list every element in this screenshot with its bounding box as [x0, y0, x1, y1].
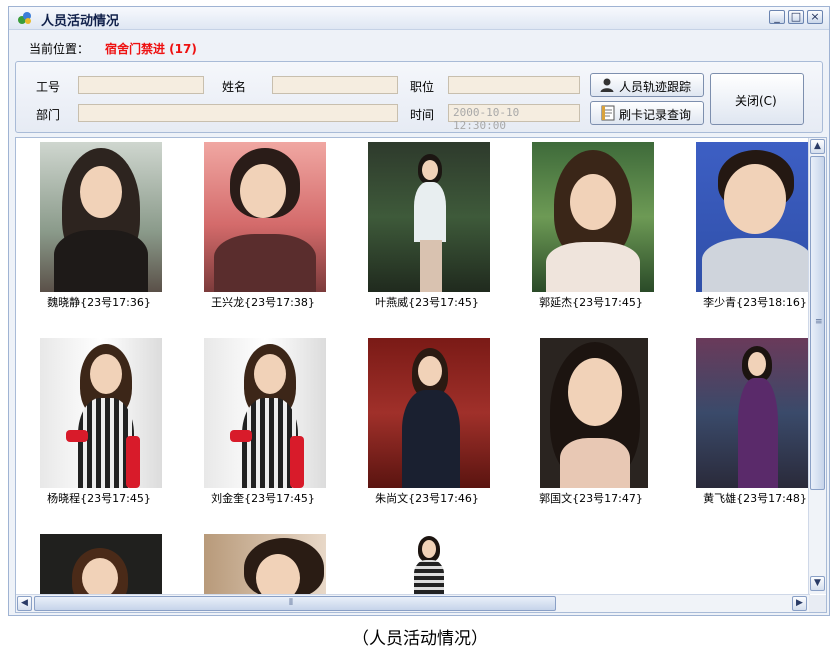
- minimize-icon: _: [774, 10, 780, 23]
- filter-panel: 工号 姓名 职位 部门 时间 2000-10-10 12:30:00 人员轨迹跟…: [15, 61, 823, 133]
- person-icon: [600, 78, 614, 92]
- close-button[interactable]: 关闭(C): [710, 73, 804, 125]
- person-caption: 黄飞雄{23号17:48}: [703, 492, 807, 505]
- person-photo: [40, 534, 162, 594]
- person-caption: 魏晓静{23号17:36}: [47, 296, 151, 309]
- figure-caption: （人员活动情况）: [352, 629, 488, 649]
- person-photo: [368, 142, 490, 292]
- card-record-query-button[interactable]: 刷卡记录查询: [590, 101, 704, 125]
- close-button-label: 关闭(C): [735, 94, 777, 108]
- scroll-up-arrow-icon[interactable]: ▲: [810, 139, 825, 154]
- person-photo: [402, 534, 456, 594]
- window-title: 人员活动情况: [41, 14, 120, 29]
- person-caption: 郭国文{23号17:47}: [539, 492, 643, 505]
- person-photo: [40, 338, 162, 488]
- location-value: 宿舍门禁进 (17): [105, 42, 197, 56]
- people-activity-window: 人员活动情况 _ □ × 当前位置： 宿舍门禁进 (17) 工号 姓名 职位 部…: [8, 6, 830, 616]
- close-window-button[interactable]: ×: [807, 10, 823, 24]
- person-photo: [204, 338, 326, 488]
- position-label: 职位: [410, 80, 435, 94]
- employee-id-label: 工号: [36, 80, 61, 94]
- time-label: 时间: [410, 108, 435, 122]
- person-photo: [204, 142, 326, 292]
- person-caption: 李少青{23号18:16}: [703, 296, 807, 309]
- app-icon: [18, 12, 31, 24]
- grip-icon: ≡: [815, 317, 823, 327]
- horizontal-scrollbar[interactable]: ◀ ⦀ ▶: [16, 594, 810, 612]
- maximize-button[interactable]: □: [788, 10, 804, 24]
- employee-id-field[interactable]: [78, 76, 204, 94]
- department-label: 部门: [36, 108, 61, 122]
- horizontal-scroll-thumb[interactable]: ⦀: [34, 596, 556, 611]
- person-photo: [204, 534, 326, 594]
- person-caption: 王兴龙{23号17:38}: [211, 296, 315, 309]
- person-caption: 杨晓程{23号17:45}: [47, 492, 151, 505]
- name-label: 姓名: [222, 80, 247, 94]
- name-field[interactable]: [272, 76, 398, 94]
- location-label: 当前位置：: [29, 42, 90, 56]
- person-caption: 郭延杰{23号17:45}: [539, 296, 643, 309]
- time-field[interactable]: 2000-10-10 12:30:00: [448, 104, 580, 132]
- scroll-right-arrow-icon[interactable]: ▶: [792, 596, 807, 611]
- document-icon: [601, 105, 615, 121]
- grip-icon: ⦀: [289, 598, 293, 608]
- track-person-label: 人员轨迹跟踪: [619, 80, 692, 94]
- card-record-query-label: 刷卡记录查询: [619, 108, 692, 122]
- person-caption: 刘金奎{23号17:45}: [211, 492, 315, 505]
- vertical-scroll-thumb[interactable]: ≡: [810, 156, 825, 490]
- close-icon: ×: [810, 10, 820, 23]
- title-bar: 人员活动情况 _ □ ×: [9, 7, 829, 30]
- department-field[interactable]: [78, 104, 398, 122]
- track-person-button[interactable]: 人员轨迹跟踪: [590, 73, 704, 97]
- person-photo-gallery[interactable]: 魏晓静{23号17:36} 王兴龙{23号17:38} 叶燕威{23号17:45…: [15, 137, 827, 613]
- breadcrumb: 当前位置： 宿舍门禁进 (17): [9, 30, 829, 60]
- scroll-down-arrow-icon[interactable]: ▼: [810, 576, 825, 591]
- maximize-icon: □: [790, 10, 802, 23]
- person-caption: 朱尚文{23号17:46}: [375, 492, 479, 505]
- scrollbar-corner: [809, 595, 826, 612]
- person-caption: 叶燕威{23号17:45}: [375, 296, 479, 309]
- position-field[interactable]: [448, 76, 580, 94]
- person-photo: [696, 142, 818, 292]
- person-photo: [532, 142, 654, 292]
- person-photo: [540, 338, 648, 488]
- person-photo: [40, 142, 162, 292]
- person-photo: [368, 338, 490, 488]
- vertical-scrollbar[interactable]: ▲ ≡ ▼: [808, 138, 826, 594]
- person-photo: [696, 338, 818, 488]
- scroll-left-arrow-icon[interactable]: ◀: [17, 596, 32, 611]
- minimize-button[interactable]: _: [769, 10, 785, 24]
